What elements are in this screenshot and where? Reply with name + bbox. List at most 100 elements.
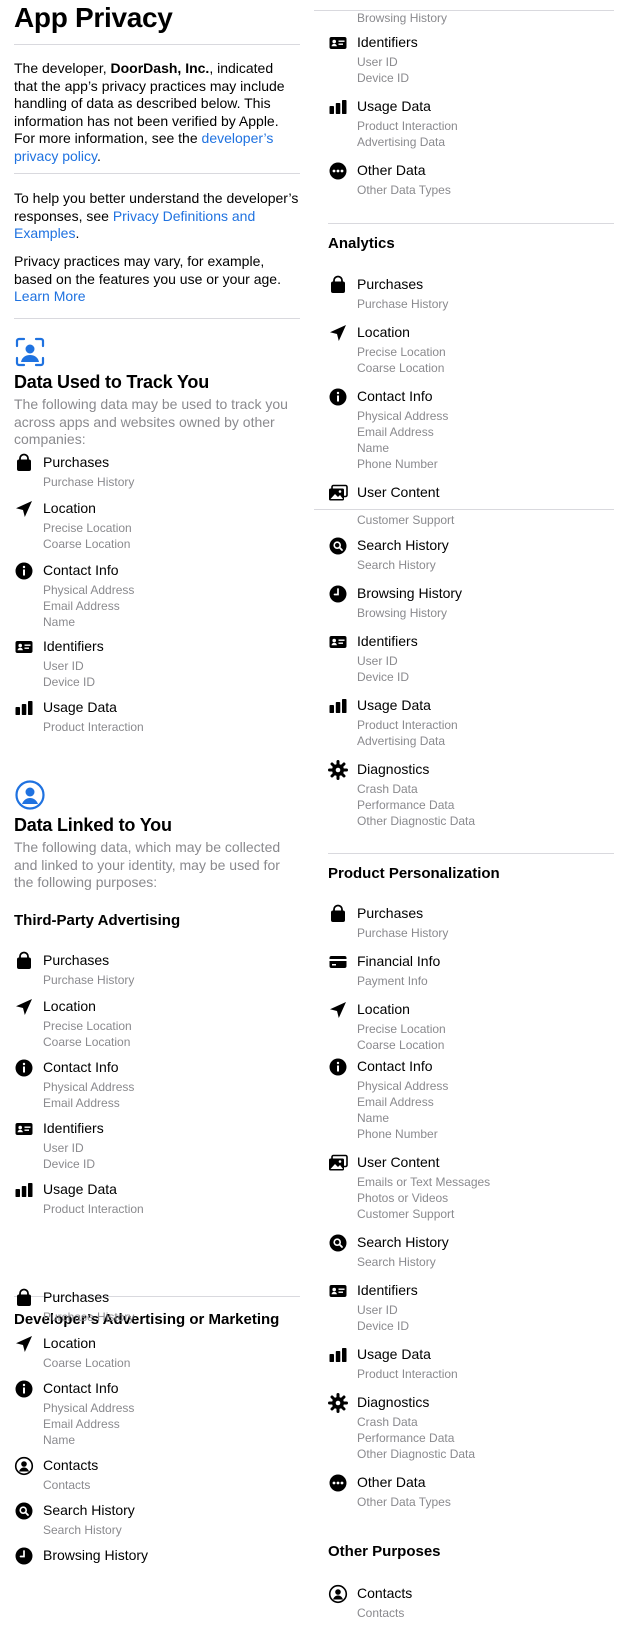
category-label: Diagnostics xyxy=(357,761,430,777)
data-type-item: User ID xyxy=(357,55,398,69)
other-purposes-title: Other Purposes xyxy=(328,1543,441,1560)
data-type-item: Email Address xyxy=(43,1096,120,1110)
category-items: Product Interaction Advertising Data xyxy=(357,118,458,150)
category-label: Location xyxy=(43,500,96,516)
divider xyxy=(14,173,300,174)
bar-chart-icon xyxy=(328,97,348,117)
category-items: User ID Device ID xyxy=(43,658,95,690)
category-items: Purchase History xyxy=(43,972,134,988)
info-icon xyxy=(328,1057,348,1077)
category-label: Usage Data xyxy=(357,697,431,713)
data-type-item: Other Diagnostic Data xyxy=(357,814,476,828)
category-label: Location xyxy=(357,1001,410,1017)
category-items: User ID Device ID xyxy=(357,1302,409,1334)
page-title: App Privacy xyxy=(14,2,173,33)
data-type-item: User ID xyxy=(357,1303,398,1317)
bag-icon xyxy=(14,453,34,473)
data-type-item: Photos or Videos xyxy=(357,1191,449,1205)
category-label: Usage Data xyxy=(43,699,117,715)
fragment-browsing-history: Browsing History xyxy=(357,11,448,25)
category-items: Physical Address Email Address Name xyxy=(43,1400,134,1448)
intro-text: The developer, DoorDash, Inc., indicated… xyxy=(14,60,300,165)
category-label: Contact Info xyxy=(43,1059,119,1075)
data-type-item: Physical Address xyxy=(357,1079,449,1093)
gear-icon xyxy=(328,760,348,780)
category-label: Contact Info xyxy=(43,1380,119,1396)
data-type-item: Email Address xyxy=(43,599,120,613)
track-you-icon xyxy=(14,336,46,368)
category-label: Other Data xyxy=(357,1474,426,1490)
bag-icon xyxy=(14,1288,34,1308)
id-card-icon xyxy=(14,637,34,657)
category-items: Physical Address Email Address Name xyxy=(43,582,134,630)
search-circle-icon xyxy=(14,1501,34,1521)
data-type-item: Name xyxy=(43,1433,76,1447)
data-type-item: Search History xyxy=(43,1523,122,1537)
category-items: Search History xyxy=(357,1254,436,1270)
intro-end: . xyxy=(97,147,101,164)
data-type-item: Product Interaction xyxy=(357,718,458,732)
category-items: Physical Address Email Address xyxy=(43,1079,134,1111)
category-label: Contacts xyxy=(43,1457,99,1473)
category-label: Identifiers xyxy=(357,1282,418,1298)
info-icon xyxy=(328,387,348,407)
data-type-item: Coarse Location xyxy=(43,1356,131,1370)
help-text: To help you better understand the develo… xyxy=(14,190,300,243)
data-type-item: Device ID xyxy=(357,670,410,684)
data-type-item: Email Address xyxy=(357,1095,434,1109)
data-type-item: Payment Info xyxy=(357,974,428,988)
category-items: Search History xyxy=(357,557,436,573)
data-type-item: Coarse Location xyxy=(357,361,445,375)
linked-you-icon xyxy=(14,779,46,811)
category-items: Search History xyxy=(43,1522,122,1538)
vary-text: Privacy practices may vary, for example,… xyxy=(14,253,300,306)
data-type-item: Contacts xyxy=(357,1606,405,1620)
divider xyxy=(14,318,300,319)
data-type-item: Purchase History xyxy=(43,973,135,987)
category-label: Purchases xyxy=(43,952,110,968)
data-type-item: Precise Location xyxy=(43,521,132,535)
category-items: Product Interaction xyxy=(357,1366,458,1382)
category-label: Search History xyxy=(43,1502,135,1518)
data-type-item: Customer Support xyxy=(357,1207,455,1221)
category-label: Contact Info xyxy=(357,1058,433,1074)
divider xyxy=(328,853,614,854)
location-arrow-icon xyxy=(14,1334,34,1354)
location-arrow-icon xyxy=(14,499,34,519)
category-label: Contact Info xyxy=(43,562,119,578)
data-type-item: Purchase History xyxy=(357,926,449,940)
search-circle-icon xyxy=(328,536,348,556)
category-items: Crash Data Performance Data Other Diagnost… xyxy=(357,1414,475,1462)
location-arrow-icon xyxy=(14,997,34,1017)
data-type-item: Browsing History xyxy=(357,606,448,620)
linked-you-title: Data Linked to You xyxy=(14,815,172,835)
category-label: Financial Info xyxy=(357,953,441,969)
ellipsis-icon xyxy=(328,161,348,181)
data-type-item: Device ID xyxy=(43,1157,96,1171)
data-type-item: Product Interaction xyxy=(357,119,458,133)
analytics-title: Analytics xyxy=(328,235,395,252)
learn-more-link[interactable]: Learn More xyxy=(14,288,86,304)
data-type-item: Product Interaction xyxy=(357,1367,458,1381)
data-type-item: Device ID xyxy=(43,675,96,689)
data-type-item: Crash Data xyxy=(357,782,418,796)
credit-card-icon xyxy=(328,952,348,972)
category-label: Other Data xyxy=(357,162,426,178)
location-arrow-icon xyxy=(328,1000,348,1020)
bag-icon xyxy=(328,904,348,924)
id-card-icon xyxy=(328,33,348,53)
category-items: Product Interaction xyxy=(43,719,144,735)
data-type-item: Coarse Location xyxy=(43,537,131,551)
data-type-item: Physical Address xyxy=(43,583,135,597)
data-type-item: Physical Address xyxy=(357,409,449,423)
data-type-item: Coarse Location xyxy=(357,1038,445,1052)
divider xyxy=(14,44,300,45)
category-label: Purchases xyxy=(43,1289,110,1305)
category-label: Browsing History xyxy=(43,1547,149,1563)
category-items: Contacts xyxy=(43,1477,90,1493)
data-type-item: Name xyxy=(357,1111,390,1125)
category-label: Browsing History xyxy=(357,585,463,601)
category-items: Physical Address Email Address Name Phone N… xyxy=(357,408,448,472)
data-type-item: Physical Address xyxy=(43,1080,135,1094)
category-items: User ID Device ID xyxy=(357,54,409,86)
